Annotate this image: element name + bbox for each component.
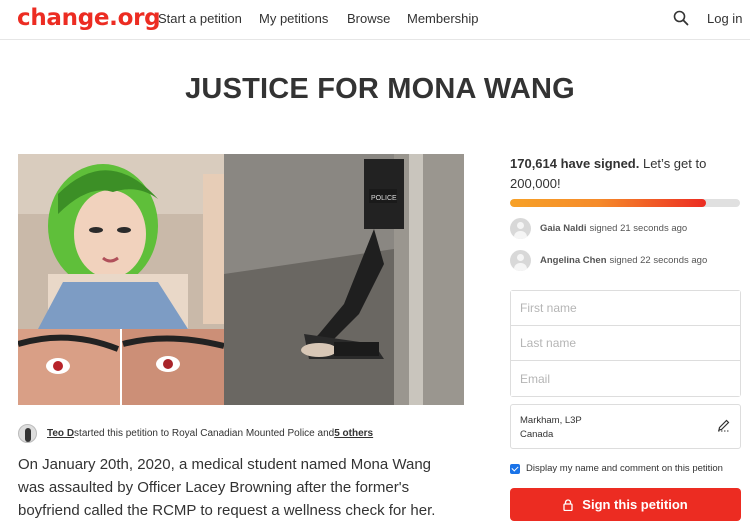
display-name-label: Display my name and comment on this peti…	[526, 463, 723, 474]
display-name-checkbox[interactable]	[510, 463, 520, 474]
nav-browse[interactable]: Browse	[347, 11, 390, 26]
portrait-collage-image	[18, 154, 224, 405]
lock-icon	[563, 498, 573, 511]
location-city: Markham, L3P	[520, 415, 582, 426]
signature-progress-bar	[510, 199, 740, 207]
starter-text: started this petition to Royal Canadian …	[74, 427, 335, 439]
svg-text:POLICE: POLICE	[371, 195, 397, 202]
location-field[interactable]: Markham, L3P Canada	[510, 404, 741, 449]
starter-avatar[interactable]	[18, 423, 37, 443]
location-country: Canada	[520, 429, 554, 440]
decision-makers-link[interactable]: 5 others	[334, 428, 373, 439]
signed-count: 170,614 have signed.	[510, 156, 640, 171]
nav-membership[interactable]: Membership	[407, 11, 479, 26]
signer-name: Gaia Naldi	[540, 223, 587, 234]
sign-button-label: Sign this petition	[582, 497, 688, 512]
recent-signer: Gaia Naldi signed 21 seconds ago	[510, 218, 687, 239]
change-org-logo[interactable]: change.org	[17, 5, 161, 31]
avatar	[510, 218, 531, 239]
signer-time: signed 22 seconds ago	[609, 255, 708, 266]
last-name-field[interactable]	[511, 326, 740, 361]
avatar	[510, 250, 531, 271]
search-icon[interactable]	[673, 10, 689, 26]
petition-starter: Teo D started this petition to Royal Can…	[18, 423, 373, 443]
petition-title: JUSTICE FOR MONA WANG	[185, 73, 575, 105]
nav-my-petitions[interactable]: My petitions	[259, 11, 328, 26]
signer-time: signed 21 seconds ago	[589, 223, 688, 234]
petition-image: POLICE	[18, 154, 464, 405]
edit-icon[interactable]	[717, 418, 731, 432]
top-header: change.org Start a petition My petitions…	[0, 0, 750, 40]
starter-name-link[interactable]: Teo D	[47, 428, 74, 439]
petition-description: On January 20th, 2020, a medical student…	[18, 456, 436, 519]
progress-fill	[510, 199, 706, 207]
sign-form-fields	[510, 290, 741, 397]
sign-petition-button[interactable]: Sign this petition	[510, 488, 741, 521]
signer-name: Angelina Chen	[540, 255, 607, 266]
surveillance-image: POLICE	[224, 154, 464, 405]
nav-start-petition[interactable]: Start a petition	[158, 11, 242, 26]
signature-count: 170,614 have signed. Let’s get to 200,00…	[510, 154, 730, 194]
display-name-option[interactable]: Display my name and comment on this peti…	[510, 463, 723, 474]
first-name-field[interactable]	[511, 291, 740, 326]
recent-signer: Angelina Chen signed 22 seconds ago	[510, 250, 707, 271]
login-link[interactable]: Log in	[707, 11, 742, 26]
email-field[interactable]	[511, 361, 740, 396]
